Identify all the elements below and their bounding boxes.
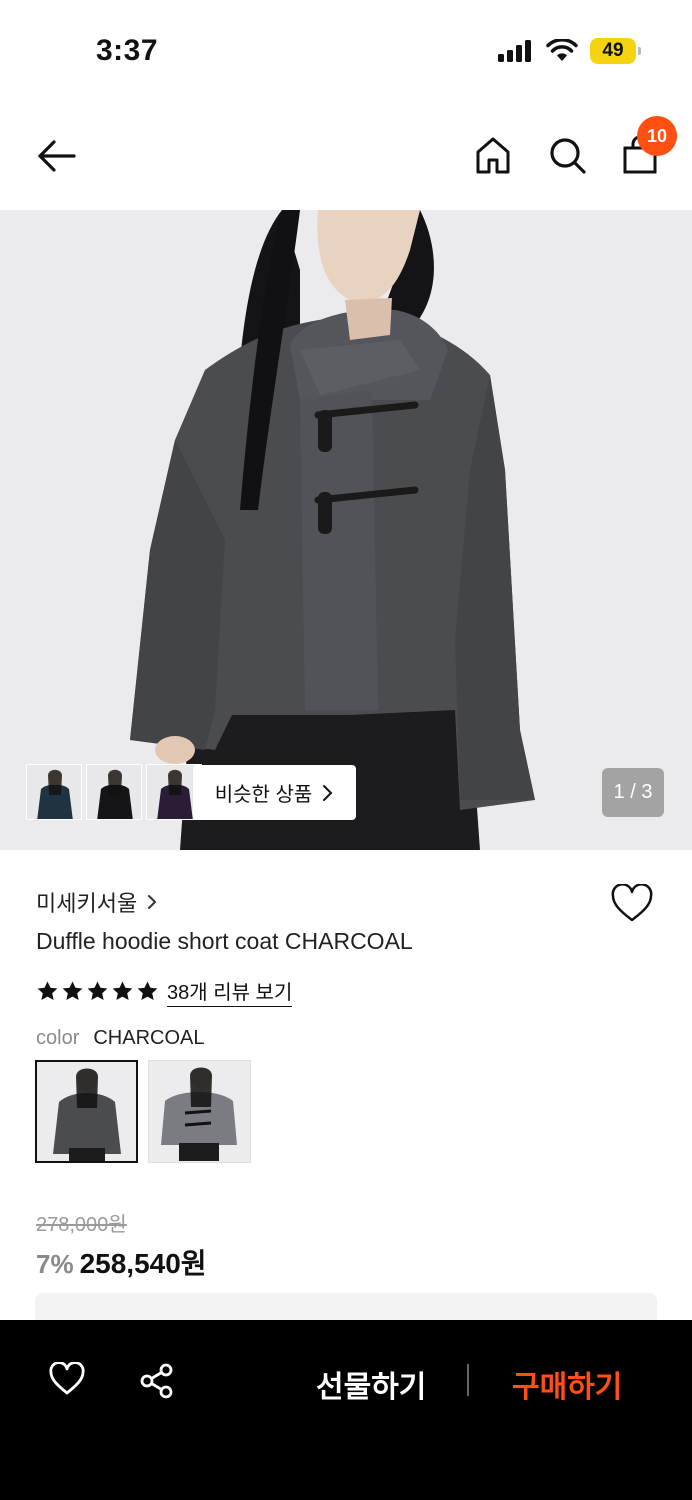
star-icon: [112, 981, 133, 1001]
star-icon: [137, 981, 158, 1001]
buy-button[interactable]: 구매하기: [512, 1362, 622, 1406]
final-price: 258,540원: [79, 1248, 207, 1279]
wishlist-heart-icon[interactable]: [610, 884, 654, 924]
color-value: CHARCOAL: [93, 1027, 205, 1049]
brand-name: 미세키서울: [36, 891, 138, 916]
signal-icon: [498, 40, 531, 62]
color-swatch-gray[interactable]: [148, 1060, 251, 1163]
color-row: color CHARCOAL: [36, 1027, 205, 1050]
status-bar: 3:37 49: [0, 0, 692, 100]
status-icons: 49: [498, 38, 641, 64]
similar-products-label: 비슷한 상품: [214, 784, 313, 806]
bottom-heart-icon[interactable]: [48, 1362, 86, 1396]
battery-indicator: 49: [590, 38, 641, 64]
brand-link[interactable]: 미세키서울: [36, 886, 157, 918]
color-label: color: [36, 1027, 80, 1049]
gallery-thumb-2[interactable]: [86, 764, 142, 820]
model-photo: [0, 210, 692, 850]
wifi-icon: [546, 39, 578, 61]
cart-count-badge: 10: [637, 116, 677, 156]
price-row: 7% 258,540원: [36, 1242, 207, 1282]
star-rating: [36, 980, 159, 1003]
search-icon[interactable]: [546, 134, 588, 176]
gift-button[interactable]: 선물하기: [316, 1362, 426, 1406]
back-arrow-icon[interactable]: [34, 136, 78, 176]
bottom-divider: [467, 1364, 469, 1396]
star-icon: [87, 981, 108, 1001]
share-icon[interactable]: [138, 1362, 176, 1400]
gallery-thumbnails: [26, 764, 202, 820]
color-swatches: [35, 1060, 251, 1163]
original-price: 278,000원: [36, 1214, 127, 1236]
gallery-thumb-1[interactable]: [26, 764, 82, 820]
image-page-indicator: 1 / 3: [602, 768, 664, 817]
product-main-image[interactable]: [0, 210, 692, 850]
status-time: 3:37: [96, 34, 159, 67]
chevron-right-icon: [148, 895, 157, 909]
star-icon: [62, 981, 83, 1001]
discount-rate: 7%: [36, 1249, 74, 1279]
chevron-right-icon: [323, 784, 333, 801]
review-link[interactable]: 38개 리뷰 보기: [167, 976, 293, 1007]
color-swatch-charcoal[interactable]: [35, 1060, 138, 1163]
star-icon: [37, 981, 58, 1001]
bottom-action-bar: [0, 1320, 692, 1500]
home-icon[interactable]: [472, 134, 514, 176]
top-nav: [0, 100, 692, 210]
rating-row: 38개 리뷰 보기: [36, 976, 293, 1007]
product-title: Duffle hoodie short coat CHARCOAL: [36, 928, 413, 954]
similar-products-button[interactable]: 비슷한 상품: [193, 765, 356, 820]
